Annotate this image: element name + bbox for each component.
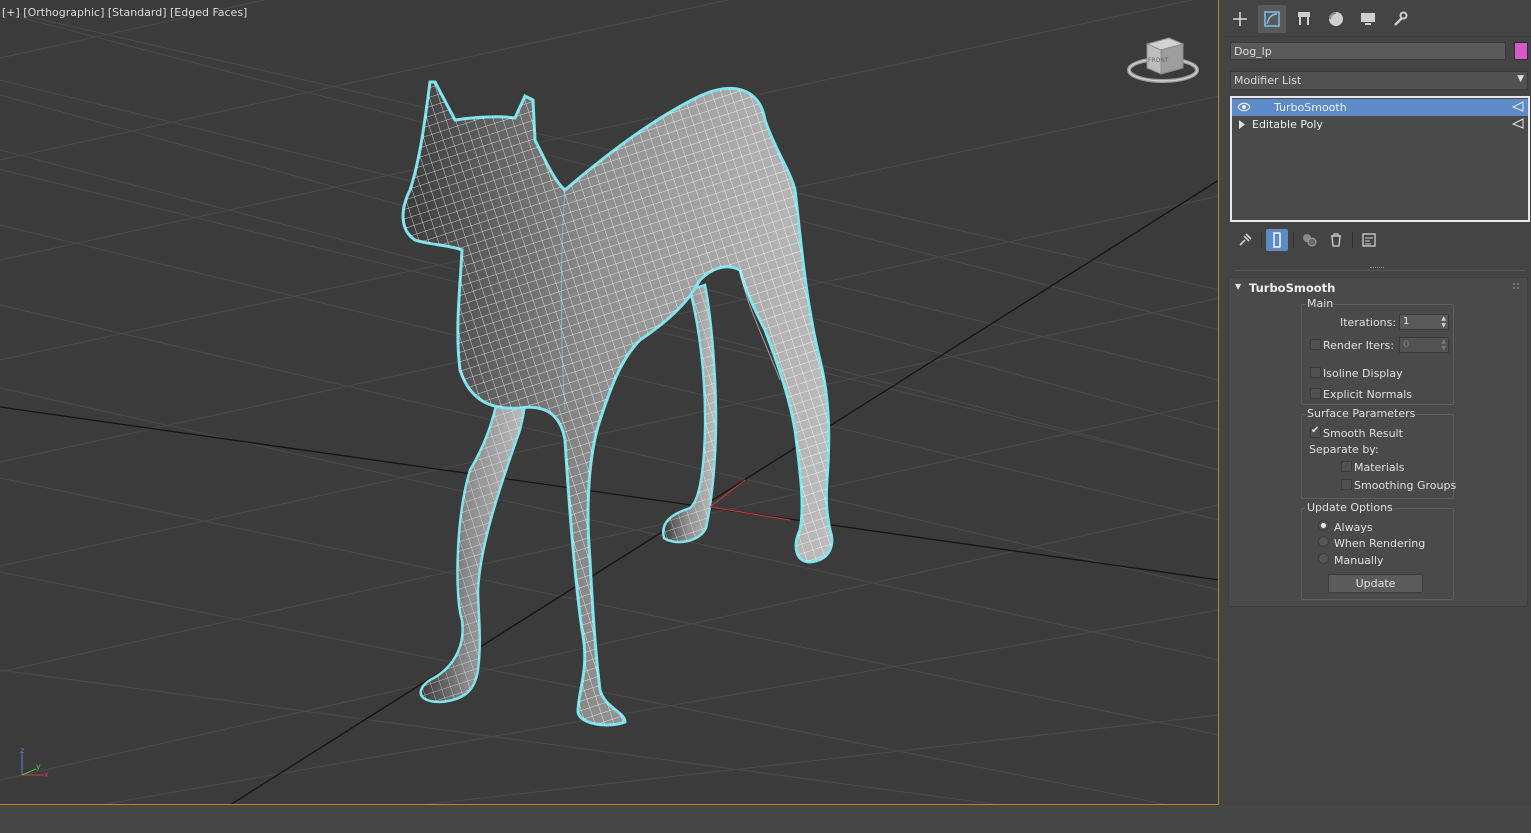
object-name-field[interactable] [1230, 42, 1506, 60]
stack-item-label: Editable Poly [1252, 118, 1323, 131]
axis-x-label: x [44, 770, 49, 779]
make-unique-button[interactable] [1299, 229, 1321, 251]
update-button[interactable]: Update [1328, 574, 1423, 593]
home-grid [0, 0, 1218, 804]
viewport-label[interactable]: [+] [Orthographic] [Standard] [Edged Fac… [2, 6, 247, 19]
divider [1352, 232, 1353, 248]
pin-icon [1239, 233, 1252, 246]
smooth-result-label: Smooth Result [1323, 427, 1403, 440]
eye-icon[interactable] [1237, 102, 1251, 112]
modifier-instance-icon [1512, 118, 1524, 129]
utilities-tab[interactable] [1386, 5, 1414, 33]
explicit-normals-label: Explicit Normals [1323, 388, 1412, 401]
collapse-arrow-icon[interactable]: ▼ [1235, 282, 1241, 291]
materials-label: Materials [1354, 461, 1405, 474]
stack-toolbar [1234, 229, 1434, 251]
stack-item-label: TurboSmooth [1274, 101, 1347, 114]
viewcube-face-label: FRONT [1148, 57, 1169, 64]
command-panel: Modifier List ▼ TurboSmooth Editable Pol… [1224, 0, 1531, 805]
smoothing-groups-checkbox[interactable] [1341, 479, 1352, 490]
expand-arrow-icon[interactable] [1238, 120, 1246, 129]
axis-tripod: z y x [20, 746, 49, 779]
show-end-result-button[interactable] [1266, 229, 1288, 251]
render-iters-value: 0 [1403, 339, 1410, 350]
show-end-result-icon [1273, 232, 1281, 248]
configure-icon [1362, 233, 1376, 247]
hierarchy-tab[interactable] [1290, 5, 1318, 33]
motion-tab[interactable] [1322, 5, 1350, 33]
spinner-arrows-icon[interactable]: ▲ ▼ [1441, 338, 1446, 352]
render-iters-label: Render Iters: [1323, 339, 1394, 352]
modifier-list-dropdown[interactable]: Modifier List ▼ [1230, 71, 1528, 90]
hierarchy-icon [1298, 12, 1310, 25]
isoline-display-checkbox[interactable] [1310, 367, 1321, 378]
modify-tab[interactable] [1258, 5, 1286, 33]
smooth-result-checkbox[interactable] [1310, 425, 1321, 438]
display-tab[interactable] [1354, 5, 1382, 33]
viewport-scene[interactable] [0, 0, 1219, 805]
display-icon [1361, 13, 1375, 25]
trash-icon [1331, 233, 1341, 247]
chevron-down-icon: ▼ [1517, 74, 1524, 84]
group-title: Update Options [1306, 501, 1394, 514]
update-manually-radio[interactable] [1318, 553, 1329, 564]
pin-stack-button[interactable] [1234, 229, 1256, 251]
modifier-stack[interactable]: TurboSmooth Editable Poly [1230, 96, 1530, 222]
update-always-label: Always [1334, 521, 1373, 534]
divider [1224, 36, 1531, 37]
update-options-group: Update Options Always When Rendering Man… [1301, 501, 1454, 600]
divider [1234, 270, 1526, 271]
update-when-rendering-label: When Rendering [1334, 537, 1426, 550]
modifier-list-label: Modifier List [1234, 74, 1302, 87]
spinner-arrows-icon[interactable]: ▲ ▼ [1441, 315, 1446, 329]
group-title: Surface Parameters [1306, 407, 1417, 420]
iterations-value: 1 [1403, 316, 1410, 327]
status-bar [0, 806, 1531, 833]
main-group: Main Iterations: 1 ▲ ▼ Render Iters: 0 ▲ ▼… [1301, 297, 1454, 405]
make-unique-icon [1303, 234, 1317, 247]
motion-icon [1329, 12, 1343, 26]
divider [1293, 232, 1294, 248]
dog-mesh[interactable] [401, 80, 834, 727]
rollout-title[interactable]: TurboSmooth [1249, 281, 1335, 295]
smoothing-groups-label: Smoothing Groups [1354, 479, 1457, 492]
surface-parameters-group: Surface Parameters Smooth Result Separat… [1301, 407, 1457, 499]
remove-modifier-button[interactable] [1325, 229, 1347, 251]
stack-item-turbosmooth[interactable]: TurboSmooth [1232, 99, 1528, 116]
create-icon [1233, 12, 1247, 26]
iterations-label: Iterations: [1340, 316, 1397, 329]
update-manually-label: Manually [1334, 554, 1384, 567]
utilities-icon [1394, 11, 1408, 26]
isoline-display-label: Isoline Display [1323, 367, 1403, 380]
update-when-rendering-radio[interactable] [1318, 536, 1329, 547]
create-tab[interactable] [1226, 5, 1254, 33]
modify-icon [1264, 11, 1280, 27]
object-color-swatch[interactable] [1514, 42, 1528, 60]
divider [1261, 232, 1262, 248]
render-iters-spinner[interactable]: 0 ▲ ▼ [1399, 337, 1449, 353]
turbosmooth-rollout: ▼ TurboSmooth Main Iterations: 1 ▲ ▼ Rend… [1228, 277, 1528, 607]
modifier-instance-icon [1512, 101, 1524, 112]
render-iters-checkbox[interactable] [1310, 339, 1321, 350]
rollout-drag-handle[interactable] [1513, 283, 1519, 289]
axis-y-label: y [36, 762, 41, 771]
viewcube[interactable]: FRONT [1125, 30, 1205, 90]
separate-by-label: Separate by: [1309, 443, 1379, 456]
materials-checkbox[interactable] [1341, 461, 1352, 472]
iterations-spinner[interactable]: 1 ▲ ▼ [1399, 314, 1449, 330]
perspective-viewport[interactable]: [+] [Orthographic] [Standard] [Edged Fac… [0, 0, 1219, 805]
transform-gizmo [709, 479, 791, 521]
axis-z-label: z [20, 746, 24, 755]
stack-item-editable-poly[interactable]: Editable Poly [1232, 116, 1528, 133]
group-title: Main [1306, 297, 1335, 310]
update-always-radio[interactable] [1318, 520, 1329, 531]
configure-modifier-sets-button[interactable] [1358, 229, 1380, 251]
explicit-normals-checkbox[interactable] [1310, 388, 1321, 399]
command-panel-tabs [1224, 5, 1424, 33]
